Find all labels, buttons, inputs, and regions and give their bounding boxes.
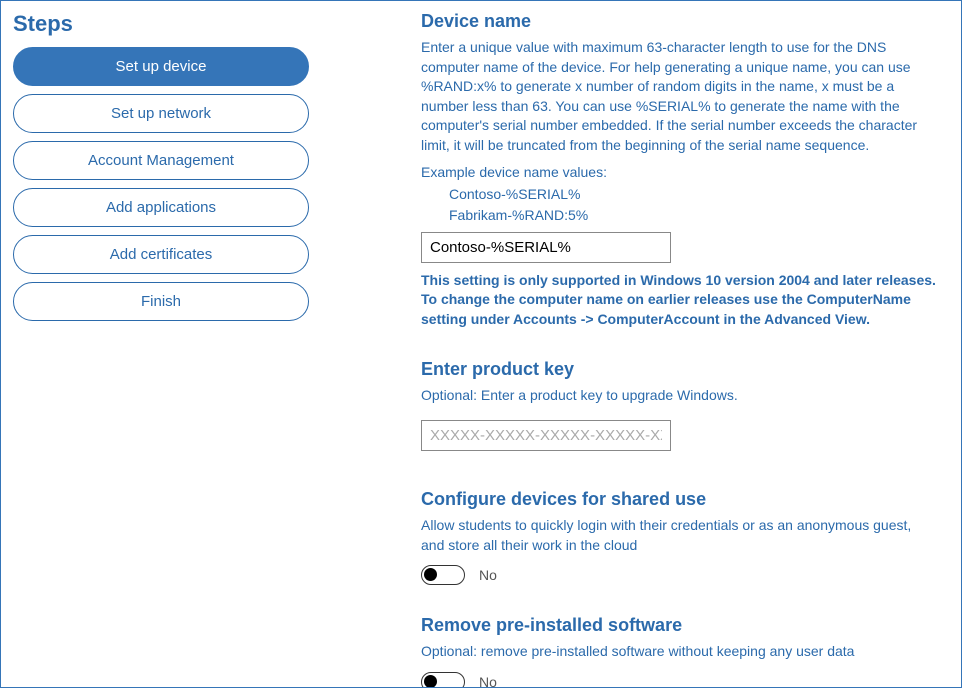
- steps-title: Steps: [13, 11, 309, 37]
- device-name-example-1: Contoso-%SERIAL%: [449, 184, 937, 205]
- remove-software-section: Remove pre-installed software Optional: …: [421, 615, 937, 687]
- remove-software-toggle[interactable]: [421, 672, 465, 687]
- device-name-warning: This setting is only supported in Window…: [421, 271, 937, 330]
- shared-use-title: Configure devices for shared use: [421, 489, 937, 510]
- steps-sidebar: Steps Set up device Set up network Accou…: [1, 1, 321, 687]
- remove-software-toggle-label: No: [479, 674, 497, 687]
- shared-use-toggle-row: No: [421, 565, 937, 585]
- toggle-knob: [424, 568, 437, 581]
- step-add-certificates[interactable]: Add certificates: [13, 235, 309, 274]
- product-key-section: Enter product key Optional: Enter a prod…: [421, 359, 937, 459]
- device-name-section: Device name Enter a unique value with ma…: [421, 11, 937, 329]
- step-add-applications[interactable]: Add applications: [13, 188, 309, 227]
- shared-use-toggle[interactable]: [421, 565, 465, 585]
- shared-use-toggle-label: No: [479, 567, 497, 583]
- device-name-input[interactable]: [421, 232, 671, 263]
- product-key-description: Optional: Enter a product key to upgrade…: [421, 386, 937, 406]
- step-set-up-device[interactable]: Set up device: [13, 47, 309, 86]
- toggle-knob: [424, 675, 437, 687]
- device-name-example-2: Fabrikam-%RAND:5%: [449, 205, 937, 226]
- main-content: Device name Enter a unique value with ma…: [321, 1, 961, 687]
- device-name-example-label: Example device name values:: [421, 164, 937, 180]
- product-key-input[interactable]: [421, 420, 671, 451]
- step-account-management[interactable]: Account Management: [13, 141, 309, 180]
- shared-use-description: Allow students to quickly login with the…: [421, 516, 937, 555]
- remove-software-toggle-row: No: [421, 672, 937, 687]
- step-set-up-network[interactable]: Set up network: [13, 94, 309, 133]
- product-key-title: Enter product key: [421, 359, 937, 380]
- step-finish[interactable]: Finish: [13, 282, 309, 321]
- remove-software-title: Remove pre-installed software: [421, 615, 937, 636]
- remove-software-description: Optional: remove pre-installed software …: [421, 642, 937, 662]
- device-name-description: Enter a unique value with maximum 63-cha…: [421, 38, 937, 156]
- shared-use-section: Configure devices for shared use Allow s…: [421, 489, 937, 585]
- device-name-title: Device name: [421, 11, 937, 32]
